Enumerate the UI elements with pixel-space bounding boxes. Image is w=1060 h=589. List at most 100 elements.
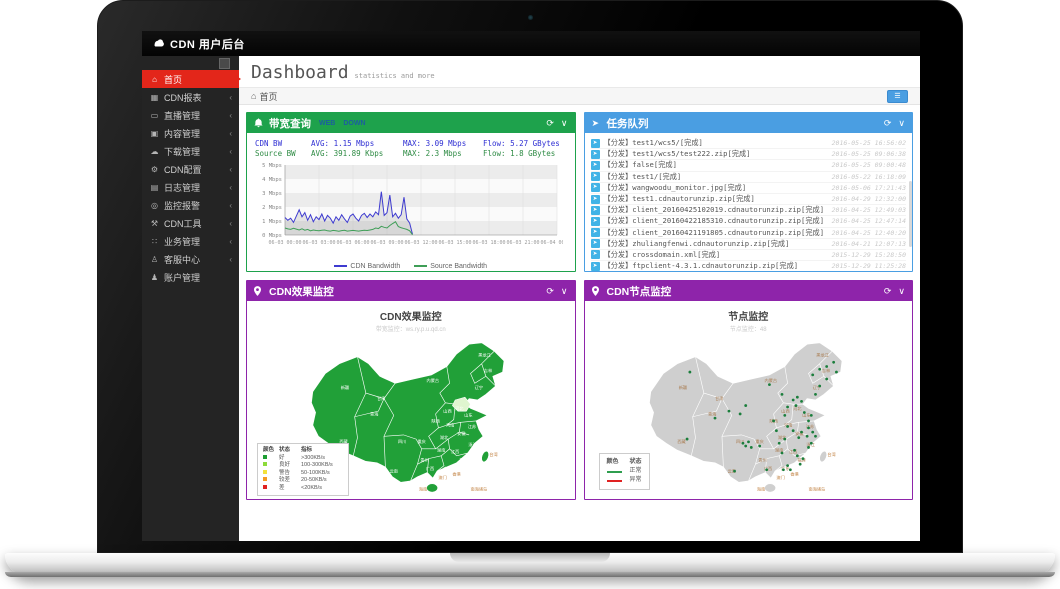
node-dot[interactable] xyxy=(772,420,775,423)
chevron-left-icon: ‹ xyxy=(229,255,232,264)
node-dot[interactable] xyxy=(811,431,814,434)
node-dot[interactable] xyxy=(818,368,821,371)
sidebar-item-监控报警[interactable]: ◎监控报警‹ xyxy=(142,196,239,214)
node-dot[interactable] xyxy=(786,464,789,467)
node-dot[interactable] xyxy=(744,404,747,407)
node-dot[interactable] xyxy=(775,429,778,432)
node-dot[interactable] xyxy=(744,445,747,448)
task-row[interactable]: ➤【分发】test1/wcs5/test222.zip[完成]2016-05-2… xyxy=(591,149,907,160)
node-dot[interactable] xyxy=(835,371,838,374)
app-logo-icon xyxy=(151,38,164,49)
refresh-icon[interactable]: ⟳ xyxy=(546,286,554,297)
node-dot[interactable] xyxy=(807,420,810,423)
node-dot[interactable] xyxy=(780,452,783,455)
node-dot[interactable] xyxy=(800,431,803,434)
collapse-icon[interactable]: ∨ xyxy=(561,118,568,129)
node-dot[interactable] xyxy=(800,400,803,403)
sidebar-item-内容管理[interactable]: ▣内容管理‹ xyxy=(142,124,239,142)
node-dot[interactable] xyxy=(810,442,813,445)
collapse-icon[interactable]: ∨ xyxy=(898,118,905,129)
node-dot[interactable] xyxy=(778,442,781,445)
sidebar-item-CDN配置[interactable]: ⚙CDN配置‹ xyxy=(142,160,239,178)
node-dot[interactable] xyxy=(825,365,828,368)
node-dot[interactable] xyxy=(797,436,800,439)
task-row[interactable]: ➤【分发】test1.cdnautorunzip.zip[完成]2016-04-… xyxy=(591,194,907,205)
sidebar-item-账户管理[interactable]: ♟账户管理 xyxy=(142,268,239,286)
task-row[interactable]: ➤【分发】client_20160422185310.cdnautorunzip… xyxy=(591,216,907,227)
task-row[interactable]: ➤【分发】ftpclient-4.3.1.cdnautorunzip.zip[完… xyxy=(591,261,907,272)
node-dot[interactable] xyxy=(810,414,813,417)
node-dot[interactable] xyxy=(794,404,797,407)
node-dot[interactable] xyxy=(807,446,810,449)
sidebar-item-CDN报表[interactable]: ▦CDN报表‹ xyxy=(142,88,239,106)
sidebar-item-下载管理[interactable]: ☁下载管理‹ xyxy=(142,142,239,160)
node-dot[interactable] xyxy=(783,414,786,417)
node-dot[interactable] xyxy=(765,468,768,471)
sidebar-item-业务管理[interactable]: ∷业务管理‹ xyxy=(142,232,239,250)
node-dot[interactable] xyxy=(801,457,804,460)
node-dot[interactable] xyxy=(793,449,796,452)
node-dot[interactable] xyxy=(796,454,799,457)
task-row[interactable]: ➤【分发】wangwoodu_monitor.jpg[完成]2016-05-06… xyxy=(591,183,907,194)
node-dot[interactable] xyxy=(758,445,761,448)
node-dot[interactable] xyxy=(786,406,789,409)
node-dot[interactable] xyxy=(738,413,741,416)
node-dot[interactable] xyxy=(807,427,810,430)
node-dot[interactable] xyxy=(798,463,801,466)
node-dot[interactable] xyxy=(783,438,786,441)
refresh-icon[interactable]: ⟳ xyxy=(884,286,892,297)
task-row[interactable]: ➤【分发】zhuliangfenwi.cdnautorunzip.zip[完成]… xyxy=(591,239,907,250)
node-dot[interactable] xyxy=(780,393,783,396)
node-dot[interactable] xyxy=(733,470,736,473)
down-link[interactable]: DOWN xyxy=(343,120,365,127)
node-dot[interactable] xyxy=(782,468,785,471)
node-dot[interactable] xyxy=(747,440,750,443)
task-row[interactable]: ➤【分发】test1/[完成]2016-05-22 16:18:09 xyxy=(591,172,907,183)
node-dot[interactable] xyxy=(814,393,817,396)
node-dot[interactable] xyxy=(825,378,828,381)
node-dot[interactable] xyxy=(805,435,808,438)
node-dot[interactable] xyxy=(688,371,691,374)
node-dot[interactable] xyxy=(741,442,744,445)
node-dot[interactable] xyxy=(814,435,817,438)
task-row[interactable]: ➤【分发】test1/wcs5/[完成]2016-05-25 16:56:02 xyxy=(591,138,907,149)
sidebar-item-首页[interactable]: ⌂首页 xyxy=(142,70,239,88)
node-dot[interactable] xyxy=(789,468,792,471)
node-dot[interactable] xyxy=(727,410,730,413)
sidebar-item-客服中心[interactable]: ♙客服中心‹ xyxy=(142,250,239,268)
breadcrumb-action-button[interactable]: ☰ xyxy=(887,90,908,103)
node-dot[interactable] xyxy=(792,429,795,432)
list-icon: ☰ xyxy=(894,93,900,100)
node-dot[interactable] xyxy=(786,425,789,428)
province-label: 贵州 xyxy=(421,456,429,462)
sidebar-item-CDN工具[interactable]: ⚒CDN工具‹ xyxy=(142,214,239,232)
node-dot[interactable] xyxy=(811,373,814,376)
task-row[interactable]: ➤【分发】crossdomain.xml[完成]2015-12-29 15:28… xyxy=(591,250,907,261)
task-row[interactable]: ➤【分发】false[完成]2016-05-25 09:00:48 xyxy=(591,160,907,171)
refresh-icon[interactable]: ⟳ xyxy=(546,118,554,129)
breadcrumb[interactable]: ⌂ 首页 xyxy=(251,90,277,103)
legend-row: 良好100-300KB/s xyxy=(263,462,343,470)
sidebar-item-直播管理[interactable]: ▭直播管理‹ xyxy=(142,106,239,124)
task-row[interactable]: ➤【分发】client_20160425102019.cdnautorunzip… xyxy=(591,205,907,216)
sidebar-item-日志管理[interactable]: ▤日志管理‹ xyxy=(142,178,239,196)
task-row[interactable]: ➤【分发】client_20160421191805.cdnautorunzip… xyxy=(591,228,907,239)
collapse-icon[interactable]: ∨ xyxy=(561,286,568,297)
node-dot[interactable] xyxy=(685,438,688,441)
node-dot[interactable] xyxy=(713,417,716,420)
node-dot[interactable] xyxy=(832,361,835,364)
scrollbar[interactable] xyxy=(909,181,912,247)
node-dot[interactable] xyxy=(768,383,771,386)
collapse-icon[interactable]: ∨ xyxy=(898,286,905,297)
refresh-icon[interactable]: ⟳ xyxy=(884,118,892,129)
node-dot[interactable] xyxy=(818,385,821,388)
node-dot[interactable] xyxy=(803,411,806,414)
china-node-map[interactable]: 新疆西藏青海甘肃内蒙古黑龙江吉林辽宁河北山西山东河南陕西四川重庆湖北安徽江苏浙江… xyxy=(631,333,866,497)
node-dot[interactable] xyxy=(750,446,753,449)
sidebar-toggle-button[interactable] xyxy=(219,58,230,69)
web-link[interactable]: WEB xyxy=(319,120,335,127)
cdn-bw-flow: Flow: 5.27 GBytes xyxy=(483,139,567,149)
node-dot[interactable] xyxy=(792,399,795,402)
node-dot[interactable] xyxy=(796,396,799,399)
cdn-node-panel: CDN节点监控 ⟳ ∨ 节点监控 节点监控：48 新疆西藏青海甘肃内蒙古黑龙江吉… xyxy=(584,280,914,500)
